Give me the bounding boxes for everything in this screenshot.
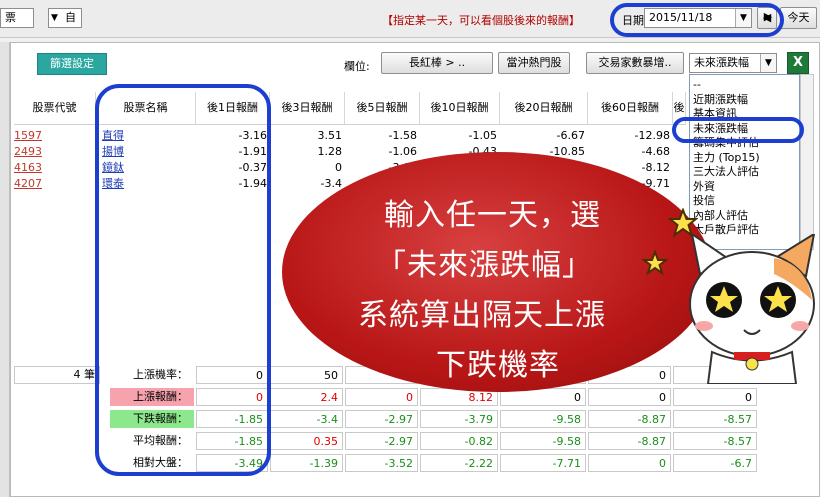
column-header[interactable]: 後10日報酬 [420, 92, 500, 124]
column-view-dropdown[interactable]: -- 近期漲跌幅 基本資訊 未來漲跌幅 籌碼集中評估 主力 (Top15) 三大法人評估 外資… [689, 74, 800, 250]
dropdown-item[interactable]: 近期漲跌幅 [693, 93, 748, 107]
callout-line-1: 輸入任一天，選 [384, 198, 601, 233]
return-cell: 0 [335, 161, 342, 174]
today-label: 今天 [787, 11, 810, 24]
return-cell: -1.06 [388, 145, 417, 158]
column-view-select[interactable]: 未來漲跌幅 ▼ [689, 53, 777, 73]
summary-cell: 0 [345, 388, 418, 406]
summary-cell: 0 [588, 388, 671, 406]
summary-cell: 0.35 [270, 432, 343, 450]
stock-combo-text: 票 [5, 11, 16, 24]
highlight-dropdown-item [672, 117, 804, 143]
record-count-text: 4 筆 [73, 368, 96, 381]
star-icon [642, 250, 668, 276]
return-cell: 3.51 [317, 129, 343, 142]
callout-line-2: 「未來漲跌幅」 [376, 248, 593, 283]
trade-count-surge-label: 交易家數暴增.. [598, 56, 672, 69]
cat-mascot-icon [689, 234, 816, 384]
column-header[interactable]: 後3日報酬 [270, 92, 345, 124]
summary-cell: -8.57 [673, 410, 757, 428]
hint-text: 【指定某一天，可以看個股後來的報酬】 [382, 14, 580, 27]
summary-cell: 0 [673, 388, 757, 406]
return-cell: -3.4 [320, 177, 342, 190]
summary-cell: -3.79 [420, 410, 498, 428]
filter-settings-button[interactable]: 篩選設定 [37, 53, 107, 75]
callout-line-4: 下跌機率 [436, 348, 560, 383]
summary-cell: -2.97 [345, 410, 418, 428]
column-header[interactable]: 股票代號 [14, 92, 96, 124]
summary-cell: -2.22 [420, 454, 498, 472]
column-label: 欄位: [344, 60, 370, 73]
stock-code-link[interactable]: 2493 [14, 144, 96, 160]
column-header[interactable]: 後5日報酬 [345, 92, 420, 124]
chevron-down-icon: ▼ [51, 13, 58, 23]
summary-cell: 50 [270, 366, 343, 384]
summary-cell: -0.82 [420, 432, 498, 450]
summary-cell: -3.4 [270, 410, 343, 428]
summary-cell: -9.58 [500, 410, 586, 428]
summary-cell: -8.87 [588, 410, 671, 428]
filter-settings-label: 篩選設定 [50, 57, 94, 70]
self-combo[interactable]: ▼ 自 [48, 8, 82, 28]
column-header[interactable]: 後60日報酬 [588, 92, 673, 124]
dropdown-item[interactable]: 投信 [693, 194, 715, 208]
record-count: 4 筆 [14, 366, 100, 384]
dropdown-item[interactable]: 主力 (Top15) [693, 151, 760, 165]
day-trade-hot-label: 當沖熱門股 [506, 56, 562, 69]
summary-cell: -3.52 [345, 454, 418, 472]
dropdown-scrollbar[interactable] [800, 74, 814, 250]
stock-code-link[interactable]: 4207 [14, 176, 96, 192]
summary-cell: -7.71 [500, 454, 586, 472]
stock-code-link[interactable]: 1597 [14, 128, 96, 144]
summary-cell: 2.4 [270, 388, 343, 406]
return-cell: -6.67 [556, 129, 585, 142]
long-red-candle-label: 長紅棒 > .. [408, 56, 466, 69]
column-header[interactable]: 後20日報酬 [500, 92, 588, 124]
self-combo-text: 自 [65, 11, 76, 24]
summary-cell: -1.39 [270, 454, 343, 472]
callout-line-3: 系統算出隔天上漲 [358, 298, 606, 333]
chevron-down-icon[interactable]: ▼ [760, 54, 776, 72]
summary-cell: -8.87 [588, 432, 671, 450]
day-trade-hot-button[interactable]: 當沖熱門股 [498, 52, 570, 74]
return-cell: -4.68 [641, 145, 670, 158]
column-view-value: 未來漲跌幅 [694, 56, 749, 69]
summary-cell: -2.97 [345, 432, 418, 450]
today-button[interactable]: 今天 [780, 7, 817, 29]
stock-combo[interactable]: 票 [0, 8, 34, 28]
summary-cell: -8.57 [673, 432, 757, 450]
dropdown-item[interactable]: 外資 [693, 180, 715, 194]
return-cell: -1.05 [468, 129, 497, 142]
long-red-candle-button[interactable]: 長紅棒 > .. [381, 52, 493, 74]
return-cell: 1.28 [317, 145, 343, 158]
dropdown-item[interactable]: 內部人評估 [693, 209, 748, 223]
highlight-name-column [95, 84, 271, 476]
left-splitter[interactable] [0, 42, 10, 497]
highlight-date-picker [610, 3, 784, 37]
stock-code-link[interactable]: 4163 [14, 160, 96, 176]
summary-cell: -6.7 [673, 454, 757, 472]
dropdown-item[interactable]: 三大法人評估 [693, 165, 759, 179]
dropdown-item[interactable]: -- [693, 78, 701, 92]
return-cell: -1.58 [388, 129, 417, 142]
return-cell: -12.98 [634, 129, 670, 142]
summary-cell: 0 [588, 454, 671, 472]
excel-export-icon[interactable]: X [787, 52, 809, 74]
summary-cell: -9.58 [500, 432, 586, 450]
trade-count-surge-button[interactable]: 交易家數暴增.. [586, 52, 684, 74]
